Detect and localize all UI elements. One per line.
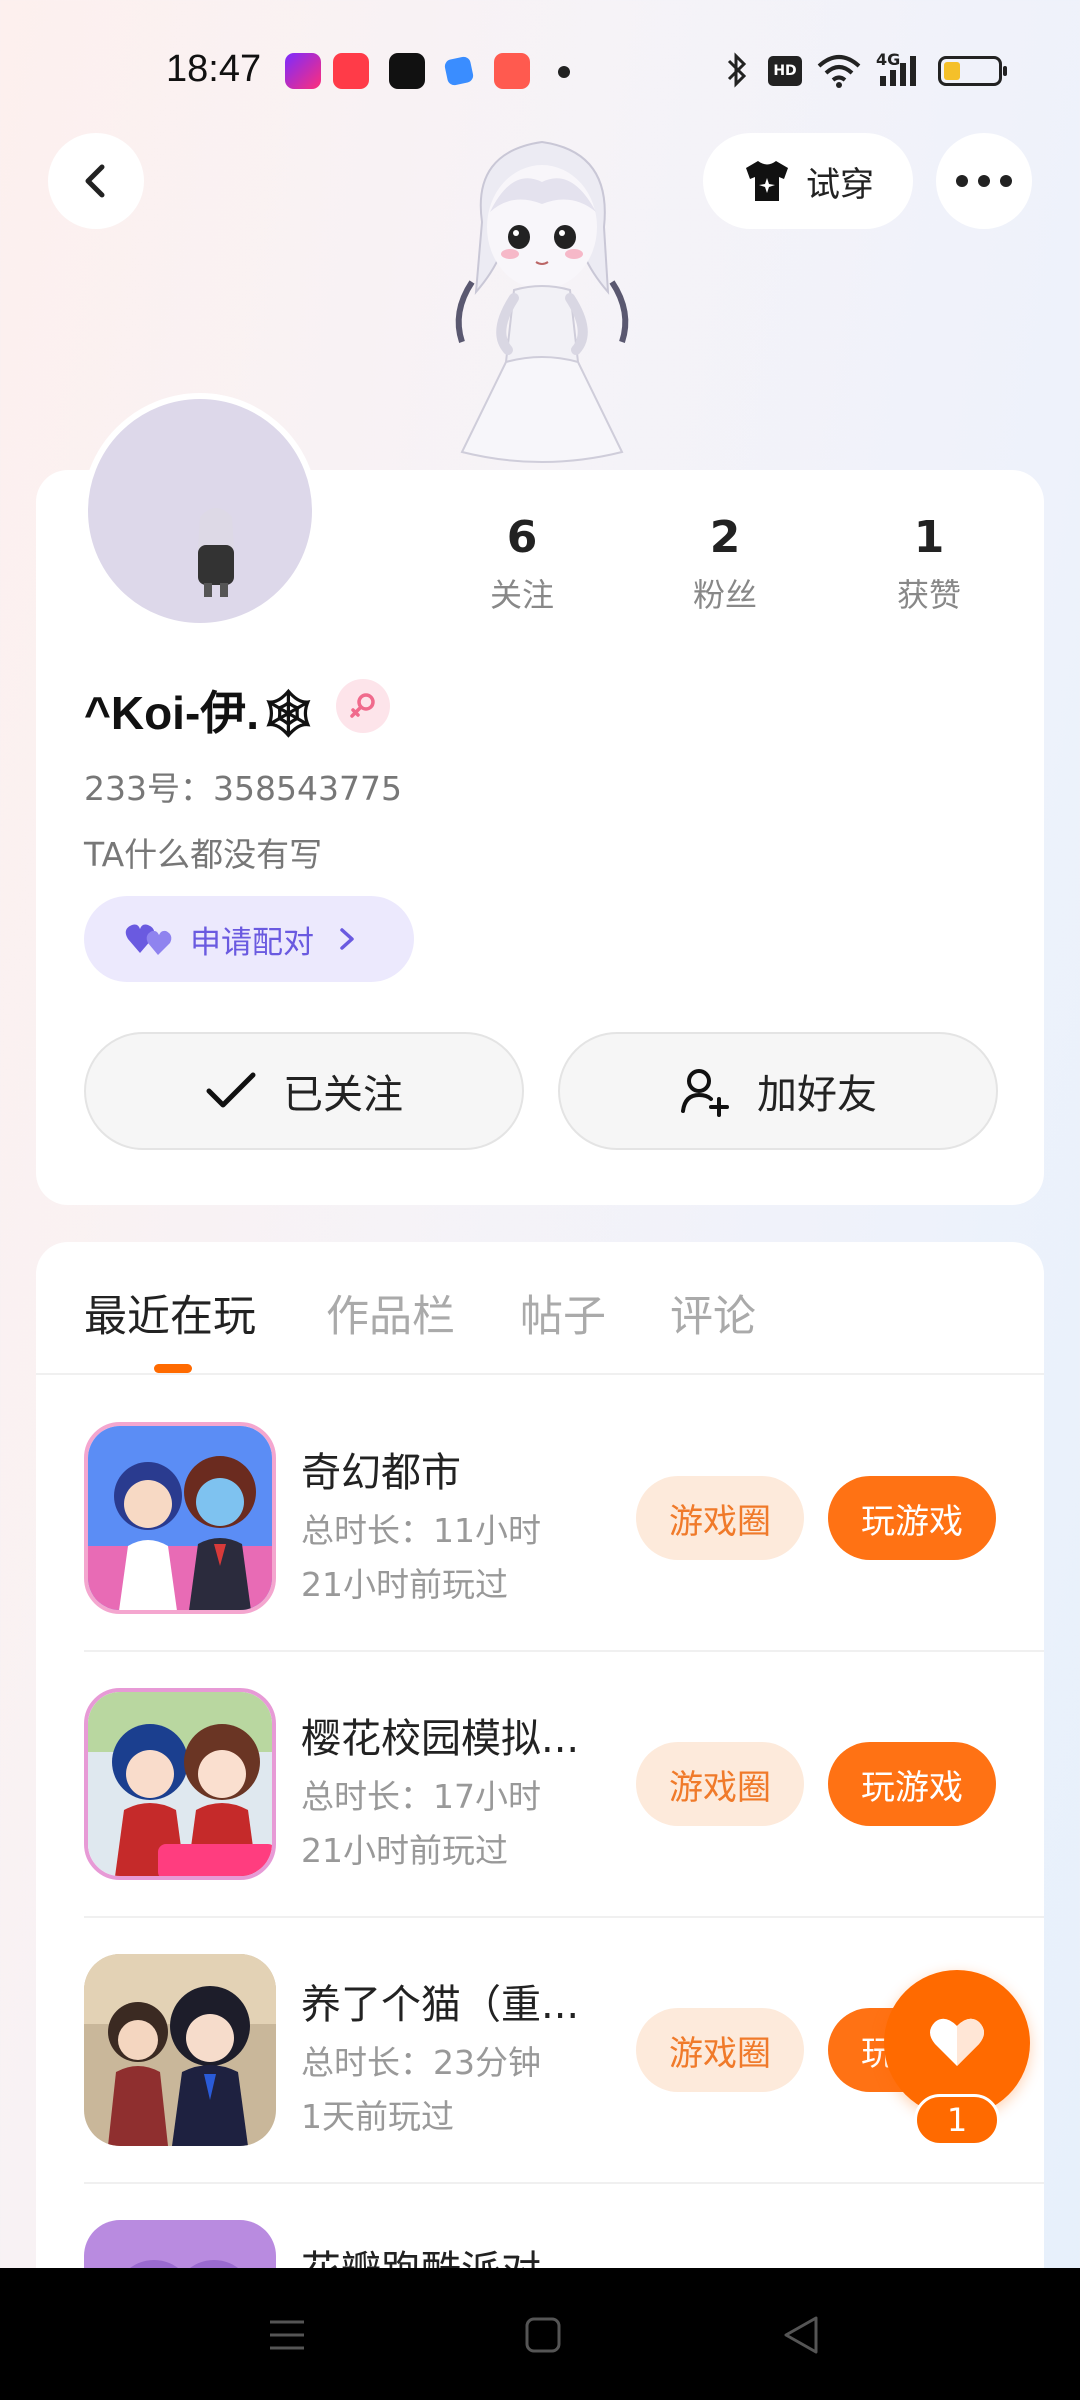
checkmark-icon <box>206 1072 256 1108</box>
tiktok-icon <box>389 53 425 89</box>
game-circle-button[interactable]: 游戏圈 <box>636 1742 804 1826</box>
game-item-petal-parkour[interactable]: 花瓣跑酷派对 <box>36 2184 1044 2268</box>
game-circle-button[interactable]: 游戏圈 <box>636 2008 804 2092</box>
like-count-badge: 1 <box>914 2094 1000 2146</box>
more-notifications-dot <box>558 66 570 78</box>
back-button[interactable] <box>48 133 144 229</box>
user-id: 233号：358543775 <box>84 769 402 808</box>
game-item-fantasy-city[interactable]: 奇幻都市 总时长：11小时 21小时前玩过 游戏圈 玩游戏 <box>36 1386 1044 1652</box>
home-icon[interactable] <box>524 2316 562 2354</box>
fans-count: 2 <box>709 512 741 563</box>
game-circle-button[interactable]: 游戏圈 <box>636 1476 804 1560</box>
request-match-button[interactable]: 申请配对 <box>84 896 414 982</box>
system-navigation-bar <box>0 2268 1080 2400</box>
game-title: 奇幻都市 <box>301 1450 461 1496</box>
followed-label: 已关注 <box>283 1072 403 1118</box>
game-last-played: 1天前玩过 <box>301 2097 454 2136</box>
game-item-sakura-school[interactable]: 樱花校园模拟... 总时长：17小时 21小时前玩过 游戏圈 玩游戏 <box>36 1652 1044 1918</box>
more-options-button[interactable] <box>936 133 1032 229</box>
hd-label: HD <box>773 63 797 79</box>
wifi-icon <box>817 55 861 88</box>
tab-comments[interactable]: 评论 <box>670 1282 756 1344</box>
following-stat[interactable]: 6 关注 <box>442 510 602 616</box>
game-last-played: 21小时前玩过 <box>301 1831 508 1870</box>
try-on-button[interactable]: 试穿 <box>703 133 913 229</box>
likes-count: 1 <box>913 512 945 563</box>
user-bio: TA什么都没有写 <box>84 835 323 874</box>
more-dots-icon <box>956 175 1012 187</box>
tab-recently-played[interactable]: 最近在玩 <box>84 1282 256 1344</box>
tab-divider <box>36 1373 1044 1375</box>
tab-works[interactable]: 作品栏 <box>326 1282 455 1344</box>
fans-label: 粉丝 <box>692 576 757 614</box>
likes-label: 获赞 <box>896 576 961 614</box>
double-heart-icon <box>125 924 172 955</box>
play-game-button[interactable]: 玩游戏 <box>828 1476 996 1560</box>
chevron-left-icon <box>85 164 105 198</box>
bluetooth-icon <box>727 52 747 88</box>
request-match-label: 申请配对 <box>190 924 314 961</box>
game-last-played: 21小时前玩过 <box>301 1565 508 1604</box>
user-nickname: ^Koi-伊.🕸 <box>84 687 318 739</box>
blue-app-icon <box>443 55 475 87</box>
try-on-label: 试穿 <box>806 164 874 205</box>
menu-icon[interactable] <box>268 2318 306 2352</box>
status-time: 18:47 <box>166 48 262 90</box>
sakura-school-game-icon <box>84 1688 276 1880</box>
followed-button[interactable]: 已关注 <box>84 1032 524 1150</box>
game-title: 花瓣跑酷派对 <box>301 2238 541 2268</box>
fantasy-city-game-icon <box>84 1422 276 1614</box>
battery-level <box>944 62 960 80</box>
tab-posts[interactable]: 帖子 <box>520 1282 606 1344</box>
female-gender-icon <box>336 679 390 733</box>
battery-icon <box>938 56 1007 86</box>
game-duration: 总时长：11小时 <box>301 1511 541 1550</box>
character-avatar-3d <box>455 140 629 463</box>
music-app-icon <box>494 53 530 89</box>
raise-a-cat-game-icon <box>84 1954 276 2146</box>
following-count: 6 <box>506 512 538 563</box>
shopping-app-icon <box>333 53 369 89</box>
add-friend-icon <box>681 1069 729 1117</box>
game-title: 养了个猫（重... <box>301 1982 580 2028</box>
petal-parkour-game-icon <box>84 2220 276 2268</box>
tshirt-icon <box>746 161 788 201</box>
following-label: 关注 <box>489 576 554 614</box>
active-tab-indicator <box>154 1364 192 1373</box>
signal-icon <box>880 56 916 86</box>
add-friend-button[interactable]: 加好友 <box>558 1032 998 1150</box>
video-app-icon <box>285 53 321 89</box>
back-nav-icon[interactable] <box>782 2314 820 2356</box>
game-title: 樱花校园模拟... <box>301 1716 580 1762</box>
user-avatar[interactable] <box>82 393 318 629</box>
hd-badge: HD <box>768 56 802 86</box>
heart-icon <box>930 2018 984 2066</box>
game-duration: 总时长：17小时 <box>301 1777 541 1816</box>
fans-stat[interactable]: 2 粉丝 <box>645 510 805 616</box>
add-friend-label: 加好友 <box>757 1072 877 1118</box>
chevron-right-icon <box>340 928 354 950</box>
play-game-button[interactable]: 玩游戏 <box>828 1742 996 1826</box>
likes-stat[interactable]: 1 获赞 <box>849 510 1009 616</box>
game-duration: 总时长：23分钟 <box>301 2043 541 2082</box>
